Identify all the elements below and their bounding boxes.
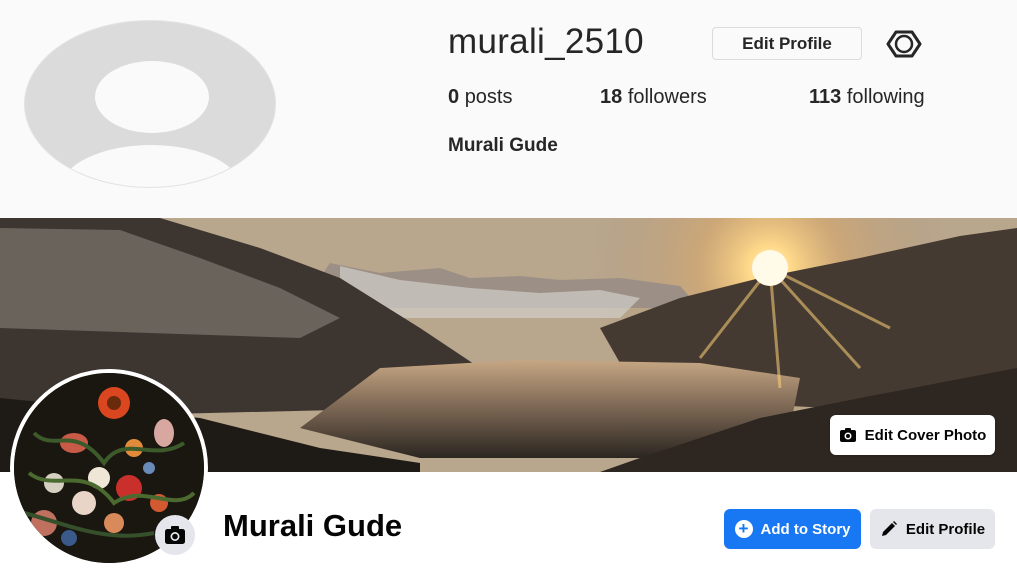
add-to-story-button[interactable]: + Add to Story — [724, 509, 861, 549]
followers-label: followers — [627, 86, 707, 108]
camera-icon — [165, 526, 185, 544]
following-label: following — [846, 86, 925, 108]
edit-profile-button[interactable]: Edit Profile — [712, 27, 862, 60]
profile-header: murali_2510 Edit Profile 0 posts 18 foll… — [0, 0, 1017, 218]
followers-count: 18 — [600, 86, 623, 108]
plus-circle-icon: + — [734, 520, 753, 538]
avatar-head-silhouette — [95, 61, 209, 133]
full-name: Murali Gude — [448, 135, 558, 156]
update-profile-picture-button[interactable] — [155, 515, 195, 555]
avatar-body-silhouette — [60, 145, 242, 187]
camera-icon — [839, 428, 856, 442]
edit-cover-photo-button[interactable]: Edit Cover Photo — [830, 415, 995, 455]
posts-stat[interactable]: 0 posts — [448, 86, 600, 109]
edit-cover-photo-label: Edit Cover Photo — [864, 426, 987, 444]
default-avatar[interactable] — [24, 20, 276, 188]
username: murali_2510 — [448, 22, 644, 61]
profile-name: Murali Gude — [223, 508, 403, 543]
add-to-story-label: Add to Story — [760, 520, 851, 538]
followers-stat[interactable]: 18 followers — [600, 86, 809, 109]
edit-profile-button-secondary[interactable]: Edit Profile — [870, 509, 995, 549]
profile-stats: 0 posts 18 followers 113 following — [448, 86, 925, 109]
following-count: 113 — [809, 86, 842, 108]
gear-icon[interactable] — [884, 28, 924, 60]
following-stat[interactable]: 113 following — [809, 86, 925, 109]
edit-profile-label: Edit Profile — [905, 520, 986, 538]
posts-count: 0 — [448, 86, 460, 108]
posts-label: posts — [464, 86, 513, 108]
pencil-icon — [881, 521, 897, 536]
